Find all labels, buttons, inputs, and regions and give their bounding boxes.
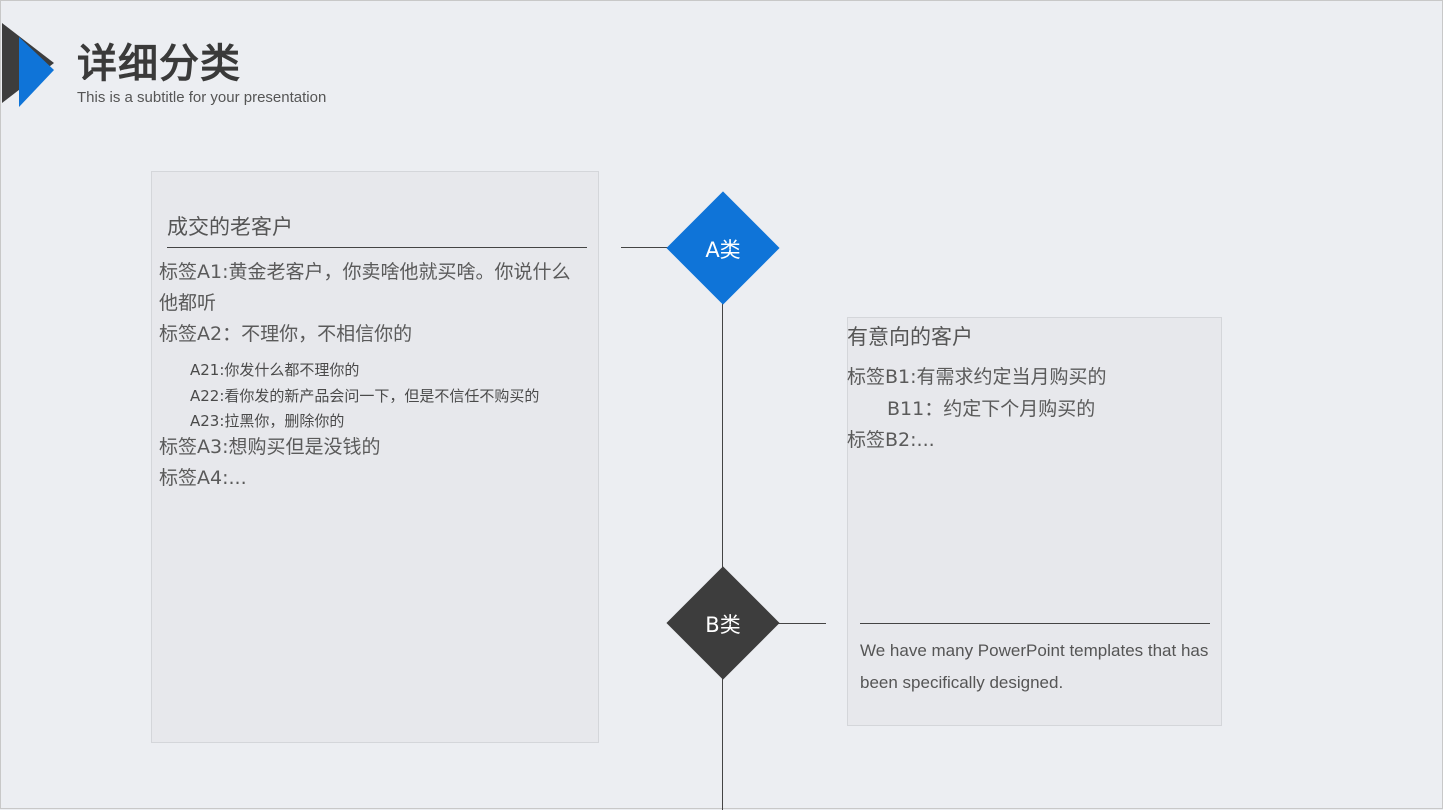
page-subtitle: This is a subtitle for your presentation [77, 89, 327, 106]
card-a-sub3: A23:拉黑你，删除你的 [190, 412, 345, 430]
card-b-line2: B11：约定下个月购买的 [887, 398, 1096, 420]
card-a-line5: 标签A4:... [159, 467, 247, 489]
logo-chevron-icon [2, 23, 54, 107]
card-a-line1: 标签A1:黄金老客户，你卖啥他就买啥。你说什么 [159, 261, 571, 283]
connector-a [621, 247, 671, 248]
card-a-line4: 标签A3:想购买但是没钱的 [159, 436, 381, 458]
card-a-sub2: A22:看你发的新产品会问一下，但是不信任不购买的 [190, 387, 540, 405]
card-b-line1: 标签B1:有需求约定当月购买的 [847, 366, 1107, 388]
card-a-sub1: A21:你发什么都不理你的 [190, 361, 360, 379]
page-title: 详细分类 [77, 41, 241, 87]
connector-b [776, 623, 826, 624]
card-a-title: 成交的老客户 [167, 215, 293, 239]
card-a-line2: 他都听 [159, 292, 217, 314]
card-b-title: 有意向的客户 [847, 325, 973, 349]
diamond-a-label: A类 [705, 238, 741, 262]
card-b-line3: 标签B2:... [847, 429, 935, 451]
diamond-b-label: B类 [705, 613, 741, 637]
slide: 详细分类 This is a subtitle for your present… [0, 0, 1443, 810]
card-b-description: We have many PowerPoint templates that h… [860, 641, 1209, 692]
card-a-divider [167, 247, 587, 248]
card-b-divider [860, 623, 1210, 624]
card-a-line3: 标签A2：不理你，不相信你的 [159, 323, 413, 345]
timeline-vertical-line [722, 301, 723, 810]
